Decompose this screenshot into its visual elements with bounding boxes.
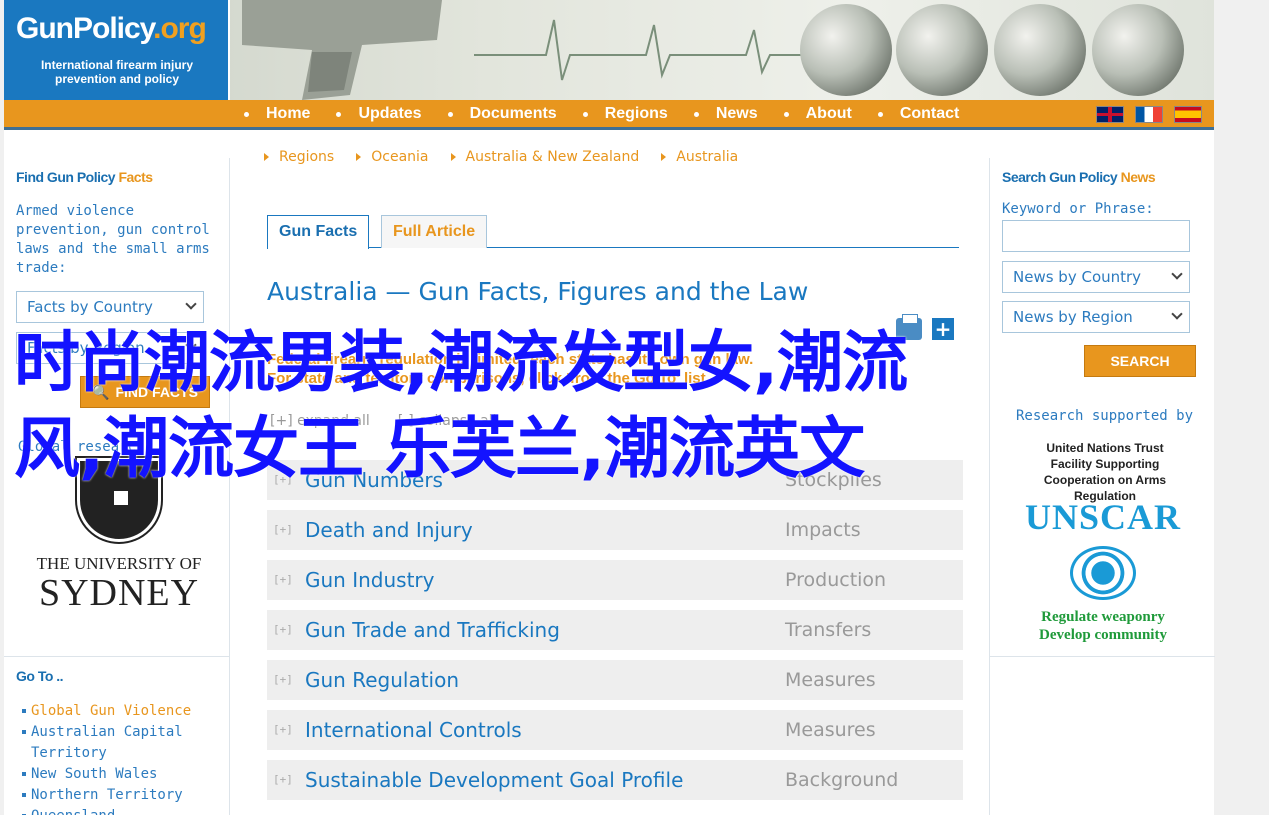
bullet-icon: [244, 111, 249, 117]
chevron-down-icon: [185, 298, 197, 310]
section-label: Sustainable Development Goal Profile: [305, 768, 684, 792]
tab-gun-facts[interactable]: Gun Facts: [267, 215, 370, 249]
globe-image-2: [896, 4, 988, 96]
news-by-country-select[interactable]: News by Country: [1002, 261, 1190, 293]
sydney-logo-line2: SYDNEY: [38, 572, 200, 614]
keyword-label: Keyword or Phrase:: [1002, 201, 1154, 217]
globe-image-1: [800, 4, 892, 96]
site-logo[interactable]: GunPolicy.org International firearm inju…: [4, 0, 230, 100]
section-category: Measures: [785, 669, 876, 691]
section-row[interactable]: [+] Sustainable Development Goal Profile B…: [267, 760, 963, 800]
expand-icon: [+]: [273, 573, 293, 586]
triangle-right-icon: [356, 153, 362, 161]
bullet-icon: [582, 111, 588, 117]
section-label: Gun Trade and Trafficking: [305, 618, 560, 642]
french-flag-icon[interactable]: [1135, 106, 1163, 123]
expand-icon: [+]: [273, 673, 293, 686]
breadcrumb-anz[interactable]: Australia & New Zealand: [450, 149, 639, 165]
expand-icon: [+]: [273, 773, 293, 786]
section-label: Gun Industry: [305, 568, 435, 592]
section-category: Measures: [785, 719, 876, 741]
sydney-logo-line1: THE UNIVERSITY OF: [36, 554, 202, 573]
main-nav: Home Updates Documents Regions News Abou…: [4, 100, 1214, 130]
expand-icon: [+]: [273, 523, 293, 536]
english-flag-icon[interactable]: [1096, 106, 1124, 123]
nav-news[interactable]: News: [693, 105, 758, 123]
tagline-line2: Develop community: [1039, 627, 1167, 643]
section-row[interactable]: [+] Gun Industry Production: [267, 560, 963, 600]
facts-description: Armed violence prevention, gun control l…: [16, 203, 210, 276]
page-title: Australia — Gun Facts, Figures and the L…: [267, 277, 809, 306]
breadcrumb-australia[interactable]: Australia: [661, 149, 738, 165]
facts-by-country-select[interactable]: Facts by Country: [16, 291, 204, 323]
section-category: Impacts: [785, 519, 861, 541]
bullet-icon: [336, 111, 342, 117]
section-category: Transfers: [785, 619, 872, 641]
overlay-line2: 风,潮流女王 乐芙兰,潮流英文: [14, 410, 865, 487]
un-emblem-icon: [1070, 546, 1136, 600]
globe-image-3: [994, 4, 1086, 96]
breadcrumb: Regions Oceania Australia & New Zealand …: [264, 149, 760, 165]
section-label: Gun Regulation: [305, 668, 460, 692]
bullet-icon: [783, 111, 789, 117]
unscar-logo[interactable]: UNSCAR: [1008, 496, 1198, 538]
triangle-right-icon: [264, 153, 269, 161]
goto-item-nsw[interactable]: New South Wales: [22, 764, 192, 785]
bullet-icon: [447, 111, 453, 117]
section-row[interactable]: [+] International Controls Measures: [267, 710, 963, 750]
divider: [4, 656, 230, 657]
chevron-down-icon: [1171, 308, 1183, 320]
section-category: Production: [785, 569, 887, 591]
logo-subtitle: International firearm injury prevention …: [40, 58, 194, 86]
goto-item-nt[interactable]: Northern Territory: [22, 785, 192, 806]
nav-about[interactable]: About: [783, 105, 852, 123]
news-search-heading: Search Gun Policy News: [1002, 169, 1156, 185]
bullet-icon: [877, 111, 883, 117]
nav-updates[interactable]: Updates: [336, 105, 422, 123]
section-label: International Controls: [305, 718, 522, 742]
site-header: GunPolicy.org International firearm inju…: [4, 0, 1214, 100]
page: GunPolicy.org International firearm inju…: [4, 0, 1215, 815]
logo-title: GunPolicy.org: [16, 12, 207, 45]
content-tabs: Gun Facts Full Article: [267, 215, 959, 249]
globe-image-4: [1092, 4, 1184, 96]
section-label: Death and Injury: [305, 518, 473, 542]
overlay-text: 时尚潮流男装,潮流发型女,潮流 风,潮流女王 乐芙兰,潮流英文: [14, 320, 1214, 492]
facts-sections: [+] Gun Numbers Stockpiles [+] Death and In…: [267, 460, 963, 810]
goto-item-global[interactable]: Global Gun Violence: [22, 701, 192, 722]
divider: [990, 656, 1215, 657]
tab-full-article[interactable]: Full Article: [381, 215, 488, 248]
goto-item-act[interactable]: Australian Capital Territory: [22, 722, 192, 764]
unscar-tagline: Regulate weaponry Develop community: [1008, 608, 1198, 644]
breadcrumb-oceania[interactable]: Oceania: [356, 149, 429, 165]
chevron-down-icon: [1171, 268, 1183, 280]
section-row[interactable]: [+] Gun Regulation Measures: [267, 660, 963, 700]
nav-regions[interactable]: Regions: [582, 105, 668, 123]
heartbeat-line-image: [474, 19, 814, 81]
goto-item-qld[interactable]: Queensland: [22, 806, 192, 815]
facts-search-heading: Find Gun Policy Facts: [16, 169, 153, 185]
goto-heading: Go To ..: [16, 668, 64, 684]
goto-list: Global Gun Violence Australian Capital T…: [22, 701, 192, 815]
nav-home[interactable]: Home: [244, 105, 310, 123]
triangle-right-icon: [661, 153, 667, 161]
section-category: Background: [785, 769, 899, 791]
spanish-flag-icon[interactable]: [1174, 106, 1202, 123]
triangle-right-icon: [450, 153, 456, 161]
nav-contact[interactable]: Contact: [877, 105, 959, 123]
bullet-icon: [693, 111, 699, 117]
section-row[interactable]: [+] Gun Trade and Trafficking Transfers: [267, 610, 963, 650]
expand-icon: [+]: [273, 723, 293, 736]
tagline-line1: Regulate weaponry: [1041, 609, 1165, 625]
nav-documents[interactable]: Documents: [447, 105, 557, 123]
overlay-line1: 时尚潮流男装,潮流发型女,潮流: [14, 324, 908, 401]
keyword-input[interactable]: [1002, 220, 1190, 252]
section-row[interactable]: [+] Death and Injury Impacts: [267, 510, 963, 550]
expand-icon: [+]: [273, 623, 293, 636]
breadcrumb-regions[interactable]: Regions: [264, 149, 334, 165]
